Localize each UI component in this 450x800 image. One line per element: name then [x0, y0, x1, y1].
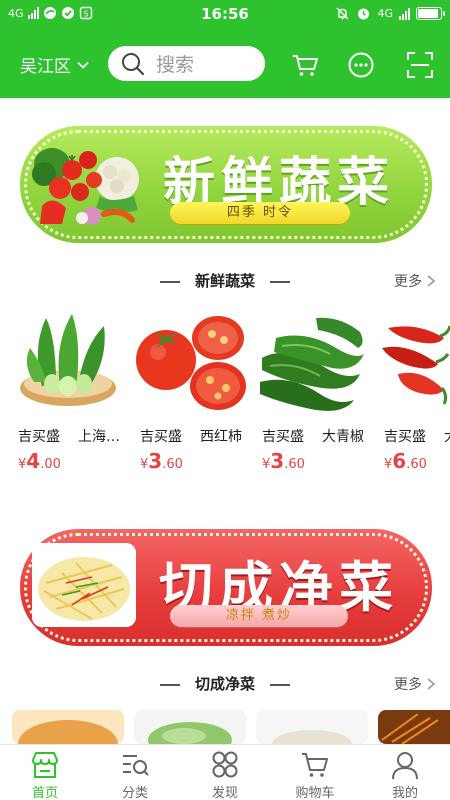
location-selector[interactable]: 吴江区	[20, 52, 91, 77]
product-name: 大	[444, 426, 450, 446]
more-label: 更多	[394, 677, 422, 693]
profile-icon	[392, 752, 418, 780]
price-integer: 4	[26, 449, 41, 473]
top-header: 吴江区 搜索	[0, 30, 450, 98]
product-list-cut	[0, 710, 450, 744]
banner-fresh-vegetables[interactable]: 新鲜蔬菜 四季 时令	[20, 126, 432, 243]
divider	[270, 281, 290, 283]
product-card[interactable]	[12, 710, 124, 744]
tab-category[interactable]: 分类	[90, 749, 180, 800]
more-link[interactable]: 更多	[394, 674, 436, 694]
more-link[interactable]: 更多	[394, 271, 436, 291]
discover-grid-icon	[212, 751, 238, 778]
red-pepper-image	[382, 325, 450, 405]
product-shop: 吉买盛	[384, 429, 426, 445]
network-type-right: 4G	[377, 7, 393, 20]
product-card[interactable]: 吉买盛 上海… ¥4.00	[12, 308, 124, 483]
section-header-cut: 切成净菜 更多	[0, 673, 450, 697]
bottom-tab-bar: 首页 分类 发现 购物车 我的	[0, 744, 450, 800]
tab-profile[interactable]: 我的	[360, 749, 450, 800]
product-card[interactable]	[134, 710, 246, 744]
price-decimal: .60	[284, 457, 305, 472]
tab-label: 我的	[391, 786, 418, 800]
product-shop: 吉买盛	[262, 429, 304, 445]
product-image	[256, 710, 368, 744]
category-search-icon	[123, 755, 149, 776]
product-price: ¥4.00	[18, 449, 61, 473]
price-decimal: .60	[162, 457, 183, 472]
divider	[270, 684, 290, 686]
search-input[interactable]: 搜索	[108, 46, 265, 81]
tab-cart[interactable]: 购物车	[270, 749, 360, 800]
product-card[interactable]	[378, 710, 450, 744]
chevron-right-icon	[427, 275, 436, 287]
product-name: 西红柿	[200, 429, 242, 445]
section-title: 新鲜蔬菜	[194, 272, 255, 290]
search-icon	[122, 52, 145, 75]
shredded-potato-image	[32, 543, 136, 627]
product-shop: 吉买盛	[140, 429, 182, 445]
location-label: 吴江区	[20, 57, 71, 77]
message-icon[interactable]	[346, 50, 376, 80]
battery-icon	[416, 7, 445, 20]
price-decimal: .00	[40, 457, 61, 472]
more-label: 更多	[394, 274, 422, 290]
section-header-fresh: 新鲜蔬菜 更多	[0, 270, 450, 294]
price-integer: 3	[270, 449, 285, 473]
search-placeholder: 搜索	[156, 54, 195, 76]
tab-label: 首页	[31, 786, 58, 800]
product-image	[134, 710, 246, 744]
price-decimal: .60	[406, 457, 427, 472]
alarm-icon	[356, 6, 371, 21]
home-store-icon	[32, 752, 58, 778]
product-image	[12, 710, 124, 744]
tab-discover[interactable]: 发现	[180, 749, 270, 800]
chevron-right-icon	[427, 678, 436, 690]
price-integer: 3	[148, 449, 163, 473]
product-image	[378, 710, 450, 744]
product-price: ¥6.60	[384, 449, 427, 473]
green-pepper-image	[260, 317, 364, 411]
section-title: 切成净菜	[194, 675, 255, 693]
tab-label: 购物车	[295, 786, 335, 800]
scan-icon[interactable]	[405, 50, 435, 80]
banner-cut-vegetables[interactable]: 切成净菜 凉拌 煮炒	[20, 529, 432, 646]
product-card[interactable]: 吉买盛 大 ¥6.60	[378, 308, 450, 483]
vegetables-image	[32, 134, 144, 230]
mute-bell-icon	[335, 6, 350, 21]
banner-subtitle: 四季 时令	[170, 202, 350, 224]
product-card[interactable]: 吉买盛 西红柿 ¥3.60	[134, 308, 246, 483]
tab-label: 发现	[211, 786, 238, 800]
tomato-image	[136, 316, 246, 410]
bok-choy-image	[20, 314, 116, 406]
tab-label: 分类	[121, 786, 148, 800]
product-price: ¥3.60	[262, 449, 305, 473]
product-name: 上海…	[78, 429, 120, 445]
banner-subtitle: 凉拌 煮炒	[170, 605, 348, 627]
cart-icon[interactable]	[290, 50, 320, 80]
price-integer: 6	[392, 449, 407, 473]
product-card[interactable]	[256, 710, 368, 744]
signal-icon-right	[399, 7, 410, 20]
status-bar: 4G S 16:56 4G	[0, 0, 450, 30]
product-shop: 吉买盛	[18, 429, 60, 445]
product-list-fresh: 吉买盛 上海… ¥4.00 吉买盛 西红柿 ¥3.60 吉买盛 大青椒 ¥3.6…	[0, 308, 450, 488]
product-name: 大青椒	[322, 429, 364, 445]
product-price: ¥3.60	[140, 449, 183, 473]
tab-home[interactable]: 首页	[0, 749, 90, 800]
chevron-down-icon	[77, 61, 89, 69]
product-card[interactable]: 吉买盛 大青椒 ¥3.60	[256, 308, 368, 483]
cart-icon	[302, 753, 328, 777]
